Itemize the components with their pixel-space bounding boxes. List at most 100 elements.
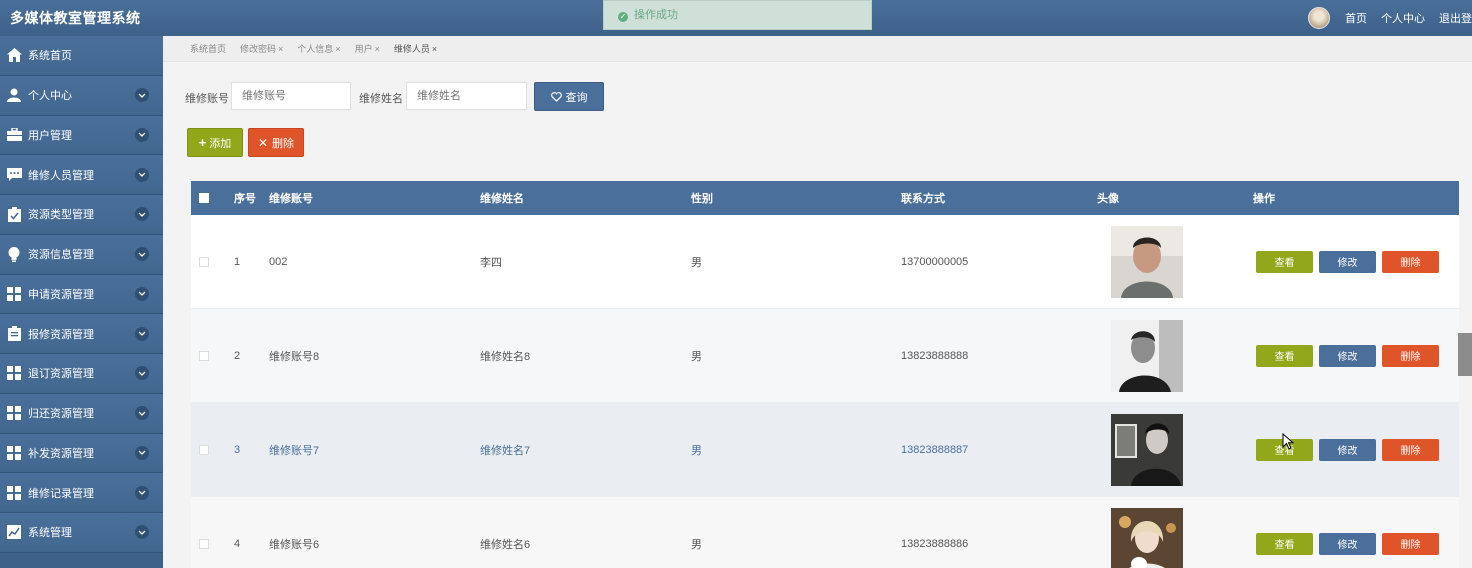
edit-button[interactable]: 修改 [1319,344,1376,367]
sidebar-item-resource-types[interactable]: 资源类型管理 [0,195,163,235]
sidebar-item-repairers[interactable]: 维修人员管理 [0,155,163,195]
tab-home[interactable]: 系统首页 [190,42,226,55]
tab-profile[interactable]: 个人信息 × [297,42,340,55]
header-phone: 联系方式 [901,193,945,205]
chevron-down-icon[interactable] [135,286,149,301]
row-name: 维修姓名7 [480,444,531,457]
row-phone: 13823888888 [901,349,969,362]
delete-button[interactable]: 删除 [1382,438,1439,461]
briefcase-icon [6,127,22,143]
bulb-icon [6,246,22,262]
chevron-down-icon[interactable] [135,445,149,460]
view-button[interactable]: 查看 [1256,250,1313,273]
header-gender: 性别 [691,193,713,205]
sidebar-item-label: 报修资源管理 [28,328,94,341]
sidebar-item-repair-records[interactable]: 维修记录管理 [0,473,163,513]
query-button[interactable]: 查询 [534,82,604,111]
chevron-down-icon[interactable] [135,366,149,381]
row-name: 维修姓名6 [480,538,531,551]
add-button[interactable]: + 添加 [187,128,243,157]
close-icon[interactable]: × [278,44,283,54]
edit-button[interactable]: 修改 [1319,532,1376,555]
tab-change-password[interactable]: 修改密码 × [240,42,283,55]
sidebar-item-resource-info[interactable]: 资源信息管理 [0,234,163,275]
chevron-down-icon[interactable] [135,485,149,500]
sidebar-item-label: 补发资源管理 [28,447,94,460]
row-index: 1 [234,255,241,268]
header-index: 序号 [234,193,256,205]
row-gender: 男 [691,256,702,269]
delete-button[interactable]: 删除 [1382,344,1439,367]
sidebar-item-home[interactable]: 系统首页 [0,36,163,76]
delete-button[interactable]: 删除 [1382,250,1439,273]
header-actions: 操作 [1253,193,1275,205]
top-nav: 首页 个人中心 退出登 [1308,0,1472,36]
row-checkbox[interactable] [199,256,209,267]
row-checkbox[interactable] [199,538,209,549]
check-circle-icon: ✓ [618,12,628,22]
close-icon[interactable]: × [432,44,437,54]
row-checkbox[interactable] [199,444,209,455]
edit-button[interactable]: 修改 [1319,438,1376,461]
edit-button[interactable]: 修改 [1319,250,1376,273]
nav-profile-link[interactable]: 个人中心 [1381,10,1425,26]
view-button[interactable]: 查看 [1256,532,1313,555]
avatar[interactable] [1308,7,1330,29]
avatar-photo [1111,319,1183,392]
avatar-photo [1111,225,1183,298]
row-checkbox[interactable] [199,350,209,361]
account-search-input[interactable] [231,82,351,110]
tab-label: 个人信息 [297,44,334,54]
top-bar: 多媒体教室管理系统 ✓ 操作成功 首页 个人中心 退出登 [0,0,1472,36]
user-icon [6,87,22,103]
sidebar-item-unsubscribe[interactable]: 退订资源管理 [0,354,163,394]
row-account: 维修账号7 [269,444,320,457]
row-phone: 13823888886 [901,537,969,550]
sidebar-item-label: 维修人员管理 [28,169,94,182]
chevron-down-icon[interactable] [135,525,149,540]
chevron-down-icon[interactable] [135,88,149,103]
delete-button[interactable]: 删除 [1382,532,1439,555]
chevron-down-icon[interactable] [135,326,149,341]
page-scrollbar-thumb[interactable] [1458,333,1472,376]
sidebar-item-label: 退订资源管理 [28,368,94,381]
tab-repairers[interactable]: 维修人员 × [394,42,437,55]
view-button[interactable]: 查看 [1256,344,1313,367]
select-all-checkbox[interactable] [199,193,209,203]
chevron-down-icon[interactable] [135,127,149,142]
batch-delete-button[interactable]: ✕ 删除 [248,128,304,157]
chevron-down-icon[interactable] [135,247,149,262]
row-name: 李四 [480,256,502,269]
sidebar-item-repair-report[interactable]: 报修资源管理 [0,314,163,354]
tab-label: 维修人员 [393,44,430,54]
query-button-label: 查询 [565,91,588,104]
close-icon[interactable]: × [375,44,380,54]
grid-icon [6,286,22,302]
sidebar-item-users[interactable]: 用户管理 [0,115,163,156]
nav-logout-link[interactable]: 退出登 [1439,10,1472,26]
app-title: 多媒体教室管理系统 [10,10,141,26]
sidebar-item-system[interactable]: 系统管理 [0,513,163,553]
account-search-label: 维修账号 [185,93,229,105]
chevron-down-icon[interactable] [135,406,149,421]
sidebar-item-personal[interactable]: 个人中心 [0,75,163,116]
heart-icon [550,91,562,102]
chevron-down-icon[interactable] [135,167,149,182]
name-search-input[interactable] [406,82,527,110]
avatar-photo [1111,507,1183,568]
row-phone: 13700000005 [901,255,969,268]
row-phone: 13823888887 [901,443,969,456]
sidebar-item-reissue[interactable]: 补发资源管理 [0,433,163,474]
chart-icon [6,524,22,540]
close-icon[interactable]: × [335,44,340,54]
tab-users[interactable]: 用户 × [355,42,380,55]
name-search-label: 维修姓名 [359,93,403,105]
header-avatar: 头像 [1097,193,1119,205]
sidebar-item-apply[interactable]: 申请资源管理 [0,274,163,315]
sidebar-item-label: 归还资源管理 [28,408,94,421]
sidebar-item-return[interactable]: 归还资源管理 [0,393,163,434]
chevron-down-icon[interactable] [135,207,149,222]
tab-label: 用户 [354,44,373,54]
nav-home-link[interactable]: 首页 [1345,10,1367,26]
success-toast: ✓ 操作成功 [603,0,872,30]
